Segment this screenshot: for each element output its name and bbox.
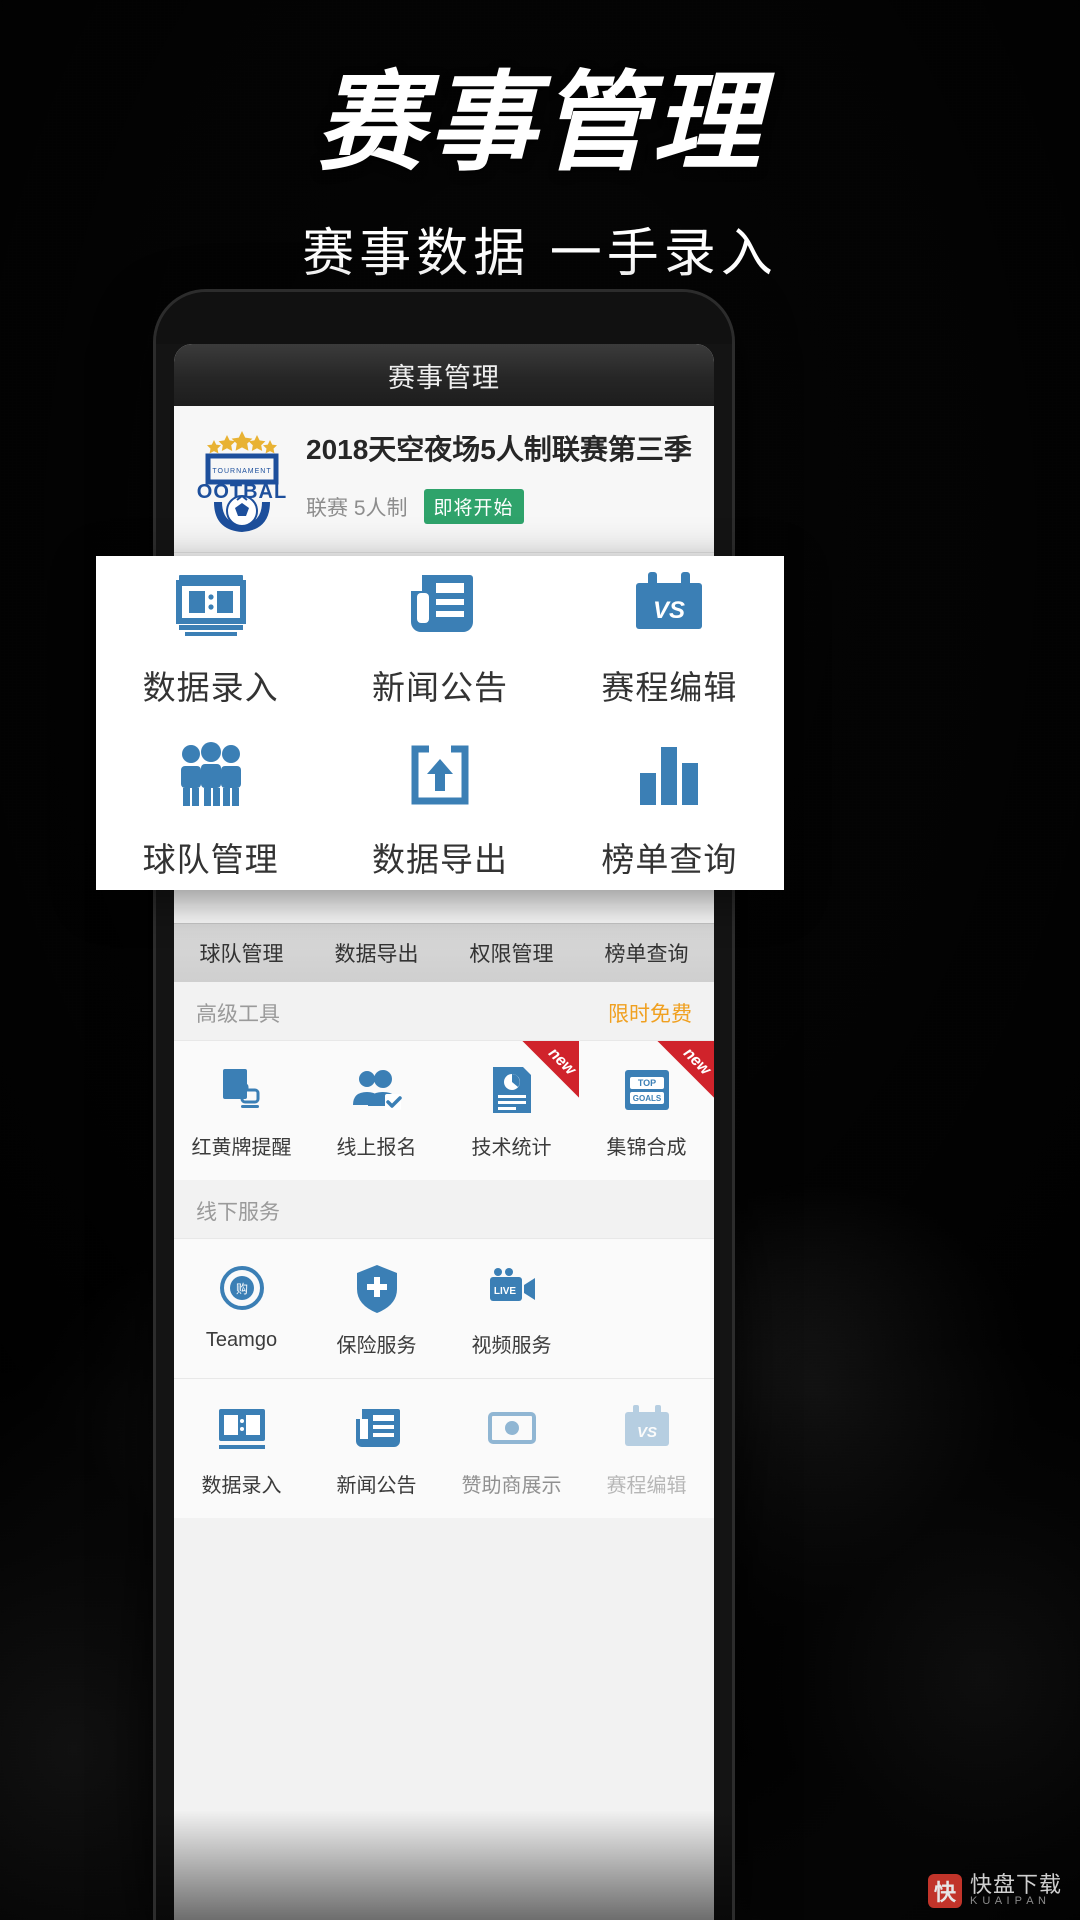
teamgo-icon: 购 — [215, 1261, 269, 1315]
service-empty — [579, 1239, 714, 1378]
svg-text:GOALS: GOALS — [632, 1094, 661, 1103]
offline-services-header: 线下服务 — [174, 1180, 714, 1238]
service-video[interactable]: LIVE 视频服务 — [444, 1239, 579, 1378]
svg-text:VS: VS — [636, 1424, 656, 1441]
overlay-item-label: 球队管理 — [142, 841, 279, 878]
advanced-tools-promo: 限时免费 — [608, 1003, 692, 1026]
export-upload-icon — [403, 739, 477, 813]
bottom-tool-label: 新闻公告 — [336, 1475, 417, 1497]
watermark-text: 快盘下载 K U A I P A N — [970, 1873, 1062, 1908]
bottom-tool-label: 赛程编辑 — [606, 1475, 687, 1497]
card-hand-icon — [215, 1063, 269, 1117]
svg-text:TOP: TOP — [637, 1078, 655, 1088]
tool-highlights[interactable]: TOP GOALS 集锦合成 new — [579, 1041, 714, 1180]
svg-text:VS: VS — [653, 597, 685, 624]
watermark-main: 快盘下载 — [969, 1872, 1062, 1898]
tools-row-item[interactable]: 球队管理 — [174, 938, 309, 968]
top-goals-icon: TOP GOALS — [620, 1063, 674, 1117]
overlay-item-data-entry[interactable]: 数据录入 — [96, 553, 325, 725]
phone-mockup: 赛事管理 TOURNAMENT FOOTBALL — [156, 292, 732, 1920]
svg-text:购: 购 — [235, 1281, 247, 1296]
watermark-sub: K U A I P A N — [969, 1895, 1047, 1908]
overlay-item-label: 赛程编辑 — [601, 669, 738, 706]
shield-plus-icon — [350, 1261, 404, 1315]
overlay-item-ranking[interactable]: 榜单查询 — [555, 725, 784, 897]
overlay-item-team-mgmt[interactable]: 球队管理 — [96, 725, 325, 897]
advanced-tools-grid: 红黄牌提醒 线上报名 技术统计 new TOP GOALS 集锦合成 new — [174, 1040, 714, 1180]
svg-text:LIVE: LIVE — [493, 1286, 516, 1297]
overlay-item-label: 数据导出 — [371, 841, 508, 878]
bottom-tool-news[interactable]: 新闻公告 — [309, 1379, 444, 1518]
overlay-item-label: 榜单查询 — [601, 841, 738, 878]
calendar-vs-icon: VS — [620, 1401, 674, 1455]
offline-services-title: 线下服务 — [196, 1201, 280, 1224]
page-title: 赛事管理 — [315, 62, 764, 183]
advanced-tools-header: 高级工具 限时免费 — [174, 982, 714, 1040]
service-label: 视频服务 — [471, 1335, 552, 1357]
overlay-item-export[interactable]: 数据导出 — [325, 725, 554, 897]
bottom-tool-sponsor[interactable]: 赞助商展示 — [444, 1379, 579, 1518]
bottom-tool-schedule[interactable]: VS 赛程编辑 — [579, 1379, 714, 1518]
app-nav-title: 赛事管理 — [388, 362, 500, 393]
overlay-item-news[interactable]: 新闻公告 — [325, 553, 554, 725]
phone-bezel — [156, 292, 732, 344]
tools-row-item[interactable]: 榜单查询 — [579, 938, 714, 968]
scoreboard-icon — [174, 567, 248, 641]
status-badge: 即将开始 — [423, 489, 524, 524]
tool-tech-stats[interactable]: 技术统计 new — [444, 1041, 579, 1180]
logo-tournament-text: TOURNAMENT — [212, 468, 271, 475]
calendar-vs-icon: VS — [632, 567, 706, 641]
bottom-tool-label: 数据录入 — [201, 1475, 282, 1497]
people-check-icon — [350, 1063, 404, 1117]
live-camera-icon: LIVE — [485, 1261, 539, 1315]
overlay-item-label: 数据录入 — [142, 669, 279, 706]
advanced-tools-title: 高级工具 — [196, 1003, 280, 1026]
tool-label: 线上报名 — [336, 1137, 417, 1159]
tool-online-signup[interactable]: 线上报名 — [309, 1041, 444, 1180]
service-teamgo[interactable]: 购 Teamgo — [174, 1239, 309, 1378]
service-insurance[interactable]: 保险服务 — [309, 1239, 444, 1378]
service-label: Teamgo — [205, 1329, 278, 1351]
tools-text-row[interactable]: 球队管理 数据导出 权限管理 榜单查询 — [174, 923, 714, 982]
tournament-logo: TOURNAMENT FOOTBALL — [184, 426, 299, 534]
newspaper-icon — [403, 567, 477, 641]
feature-overlay-panel: 数据录入 新闻公告 VS 赛程编辑 球队管理 数据导出 榜单查询 — [96, 556, 784, 890]
tools-row-item[interactable]: 权限管理 — [444, 938, 579, 968]
watermark-logo: 快 — [927, 1873, 962, 1908]
headline-block: 赛事管理 赛事数据 一手录入 — [0, 60, 1080, 286]
people-group-icon — [174, 739, 248, 813]
tool-label: 红黄牌提醒 — [191, 1137, 292, 1159]
service-label: 保险服务 — [336, 1335, 417, 1357]
tournament-card[interactable]: TOURNAMENT FOOTBALL 2018天空夜场5人制联赛第三季 联赛 … — [174, 406, 714, 553]
bottom-tool-data-entry[interactable]: 数据录入 — [174, 1379, 309, 1518]
money-icon — [485, 1401, 539, 1455]
tournament-meta: 联赛 5人制 即将开始 — [306, 489, 692, 524]
tournament-name: 2018天空夜场5人制联赛第三季 — [306, 434, 692, 465]
tournament-info: 2018天空夜场5人制联赛第三季 联赛 5人制 即将开始 — [306, 426, 692, 534]
tool-red-yellow-card[interactable]: 红黄牌提醒 — [174, 1041, 309, 1180]
bottom-tools-grid: 数据录入 新闻公告 赞助商展示 VS 赛程编辑 — [174, 1378, 714, 1518]
overlay-item-schedule[interactable]: VS 赛程编辑 — [555, 553, 784, 725]
bottom-tool-label: 赞助商展示 — [461, 1475, 562, 1497]
tournament-tags: 联赛 5人制 — [306, 496, 408, 520]
tool-label: 集锦合成 — [606, 1137, 687, 1159]
bar-chart-icon — [632, 739, 706, 813]
overlay-item-label: 新闻公告 — [371, 669, 508, 706]
watermark: 快 快盘下载 K U A I P A N — [927, 1873, 1062, 1908]
report-chart-icon — [485, 1063, 539, 1117]
tools-row-item[interactable]: 数据导出 — [309, 938, 444, 968]
page-subtitle: 赛事数据 一手录入 — [302, 225, 778, 284]
offline-services-grid: 购 Teamgo 保险服务 LIVE 视频服务 — [174, 1238, 714, 1378]
scoreboard-icon — [215, 1401, 269, 1455]
newspaper-icon — [350, 1401, 404, 1455]
tool-label: 技术统计 — [471, 1137, 552, 1159]
app-nav-bar: 赛事管理 — [174, 344, 714, 406]
